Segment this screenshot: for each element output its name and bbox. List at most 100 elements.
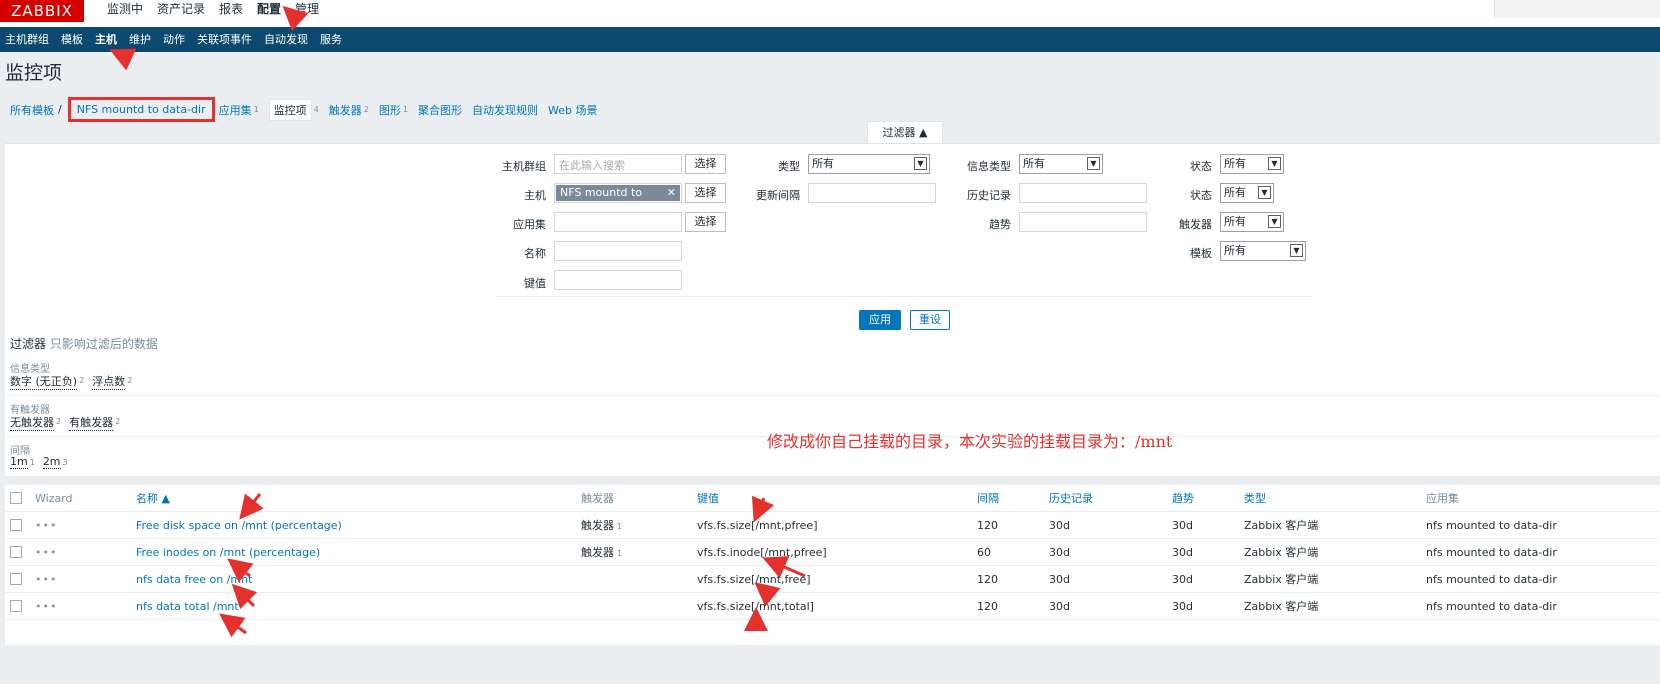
item-triggers-link[interactable]: 触发器 bbox=[581, 519, 614, 532]
submenu-event-correlation[interactable]: 关联项事件 bbox=[195, 27, 260, 52]
topmenu-monitoring[interactable]: 监测中 bbox=[100, 0, 150, 18]
info-type-select[interactable]: 所有 ▼ bbox=[1019, 154, 1103, 174]
submenu-actions[interactable]: 动作 bbox=[161, 27, 193, 52]
table-row: ••• nfs data free on /mnt vfs.fs.size[/m… bbox=[5, 565, 1660, 593]
application-label: 应用集 bbox=[513, 218, 546, 231]
breadcrumb-all-templates[interactable]: 所有模板 bbox=[10, 102, 54, 118]
select-all-checkbox[interactable] bbox=[10, 492, 22, 504]
col-history[interactable]: 历史记录 bbox=[1049, 492, 1093, 505]
table-row: ••• Free disk space on /mnt (percentage)… bbox=[5, 511, 1660, 539]
host-select-button[interactable]: 选择 bbox=[685, 183, 726, 203]
tab-discovery-rules[interactable]: 自动发现规则 bbox=[472, 102, 538, 118]
tab-screens[interactable]: 聚合图形 bbox=[418, 102, 462, 118]
tab-graphs[interactable]: 图形 bbox=[379, 102, 401, 118]
topmenu-administration[interactable]: 管理 bbox=[288, 0, 326, 18]
submenu-hosts[interactable]: 主机 bbox=[93, 27, 125, 52]
item-name-link[interactable]: Free inodes on /mnt (percentage) bbox=[136, 546, 320, 559]
wizard-menu-icon[interactable]: ••• bbox=[35, 565, 136, 593]
item-key: vfs.fs.size[/mnt,free] bbox=[697, 565, 977, 593]
chevron-down-icon: ▼ bbox=[1087, 157, 1100, 170]
breadcrumb: 所有模板 / NFS mountd to data-dir 应用集 1 监控项 4 … bbox=[10, 97, 607, 122]
remove-chip-icon[interactable]: ✕ bbox=[667, 185, 676, 201]
global-search-box[interactable] bbox=[1494, 0, 1660, 18]
tab-items[interactable]: 监控项 bbox=[268, 98, 312, 121]
col-triggers: 触发器 bbox=[581, 485, 697, 512]
subfilter-value[interactable]: 浮点数 bbox=[92, 373, 126, 390]
name-input[interactable] bbox=[554, 241, 682, 261]
item-type: Zabbix 客户端 bbox=[1244, 538, 1426, 566]
item-name-link[interactable]: Free disk space on /mnt (percentage) bbox=[136, 519, 342, 532]
state-select-value: 所有 bbox=[1224, 157, 1246, 170]
sub-menu-bar: 主机群组 模板 主机 维护 动作 关联项事件 自动发现 服务 bbox=[0, 27, 1660, 52]
subfilter-value[interactable]: 1m bbox=[10, 455, 28, 469]
topmenu-reports[interactable]: 报表 bbox=[212, 0, 250, 18]
item-triggers-link[interactable]: 触发器 bbox=[581, 546, 614, 559]
row-checkbox[interactable] bbox=[10, 546, 22, 558]
topmenu-inventory[interactable]: 资产记录 bbox=[150, 0, 212, 18]
type-select[interactable]: 所有 ▼ bbox=[808, 154, 930, 174]
state-select[interactable]: 所有 ▼ bbox=[1220, 154, 1284, 174]
col-type[interactable]: 类型 bbox=[1244, 492, 1266, 505]
application-select-button[interactable]: 选择 bbox=[685, 212, 726, 232]
col-trends[interactable]: 趋势 bbox=[1172, 492, 1194, 505]
subfilter-value[interactable]: 2m bbox=[42, 455, 61, 469]
chevron-down-icon: ▼ bbox=[1268, 215, 1281, 228]
zabbix-logo[interactable]: ZABBIX bbox=[0, 0, 84, 22]
tab-web-scenarios[interactable]: Web 场景 bbox=[548, 102, 597, 118]
subfilter-value[interactable]: 有触发器 bbox=[69, 414, 114, 431]
host-group-select-button[interactable]: 选择 bbox=[685, 154, 726, 174]
item-type: Zabbix 客户端 bbox=[1244, 565, 1426, 593]
submenu-discovery[interactable]: 自动发现 bbox=[262, 27, 316, 52]
type-select-value: 所有 bbox=[812, 157, 834, 170]
tab-triggers[interactable]: 触发器 bbox=[329, 102, 362, 118]
subfilter-value[interactable]: 数字 (无正负) bbox=[10, 373, 78, 390]
chevron-down-icon: ▼ bbox=[914, 157, 927, 170]
item-trends: 30d bbox=[1172, 511, 1244, 539]
row-checkbox[interactable] bbox=[10, 519, 22, 531]
triggers-filter-select[interactable]: 所有 ▼ bbox=[1220, 212, 1284, 232]
submenu-services[interactable]: 服务 bbox=[318, 27, 350, 52]
row-checkbox[interactable] bbox=[10, 600, 22, 612]
submenu-maintenance[interactable]: 维护 bbox=[127, 27, 159, 52]
item-applications: nfs mounted to data-dir bbox=[1426, 511, 1660, 539]
status-select[interactable]: 所有 ▼ bbox=[1220, 183, 1274, 203]
item-applications: nfs mounted to data-dir bbox=[1426, 565, 1660, 593]
col-name[interactable]: 名称 ▲ bbox=[136, 492, 170, 505]
arrow-to-hosts bbox=[109, 48, 137, 71]
host-group-input[interactable]: 在此输入搜索 bbox=[554, 154, 682, 174]
reset-button[interactable]: 重设 bbox=[910, 310, 950, 330]
key-input[interactable] bbox=[554, 270, 682, 290]
application-input[interactable] bbox=[554, 212, 682, 232]
wizard-menu-icon[interactable]: ••• bbox=[35, 538, 136, 566]
subfilter-value[interactable]: 无触发器 bbox=[10, 414, 54, 431]
update-interval-input[interactable] bbox=[808, 183, 936, 203]
item-history: 30d bbox=[1049, 592, 1172, 620]
item-name-link[interactable]: nfs data free on /mnt bbox=[136, 573, 252, 586]
apply-button[interactable]: 应用 bbox=[859, 310, 901, 330]
template-filter-select-value: 所有 bbox=[1224, 244, 1246, 257]
wizard-menu-icon[interactable]: ••• bbox=[35, 592, 136, 620]
filter-toggle-tab[interactable]: 过滤器 ▲ bbox=[867, 121, 943, 144]
history-input[interactable] bbox=[1019, 183, 1147, 203]
submenu-templates[interactable]: 模板 bbox=[59, 27, 91, 52]
col-interval[interactable]: 间隔 bbox=[977, 492, 999, 505]
row-checkbox[interactable] bbox=[10, 573, 22, 585]
chevron-down-icon: ▼ bbox=[1290, 244, 1303, 257]
col-key[interactable]: 键值 bbox=[697, 492, 719, 505]
topmenu-configuration[interactable]: 配置 bbox=[250, 0, 288, 18]
history-label: 历史记录 bbox=[967, 189, 1011, 202]
tab-graphs-count: 1 bbox=[402, 105, 408, 114]
host-chip: NFS mountd to data... ✕ bbox=[556, 185, 680, 215]
submenu-host-groups[interactable]: 主机群组 bbox=[3, 27, 57, 52]
item-name-link[interactable]: nfs data total /mnt bbox=[136, 600, 239, 613]
breadcrumb-template-name[interactable]: NFS mountd to data-dir bbox=[67, 97, 215, 122]
tab-applications[interactable]: 应用集 bbox=[219, 102, 252, 118]
table-header-row: Wizard 名称 ▲ 触发器 键值 间隔 历史记录 趋势 类型 应用集 bbox=[5, 485, 1660, 512]
filter-divider bbox=[497, 296, 1313, 297]
template-filter-select[interactable]: 所有 ▼ bbox=[1220, 241, 1306, 261]
item-triggers-count: 1 bbox=[617, 549, 623, 558]
trends-input[interactable] bbox=[1019, 212, 1147, 232]
wizard-menu-icon[interactable]: ••• bbox=[35, 511, 136, 539]
item-type: Zabbix 客户端 bbox=[1244, 592, 1426, 620]
item-trends: 30d bbox=[1172, 538, 1244, 566]
